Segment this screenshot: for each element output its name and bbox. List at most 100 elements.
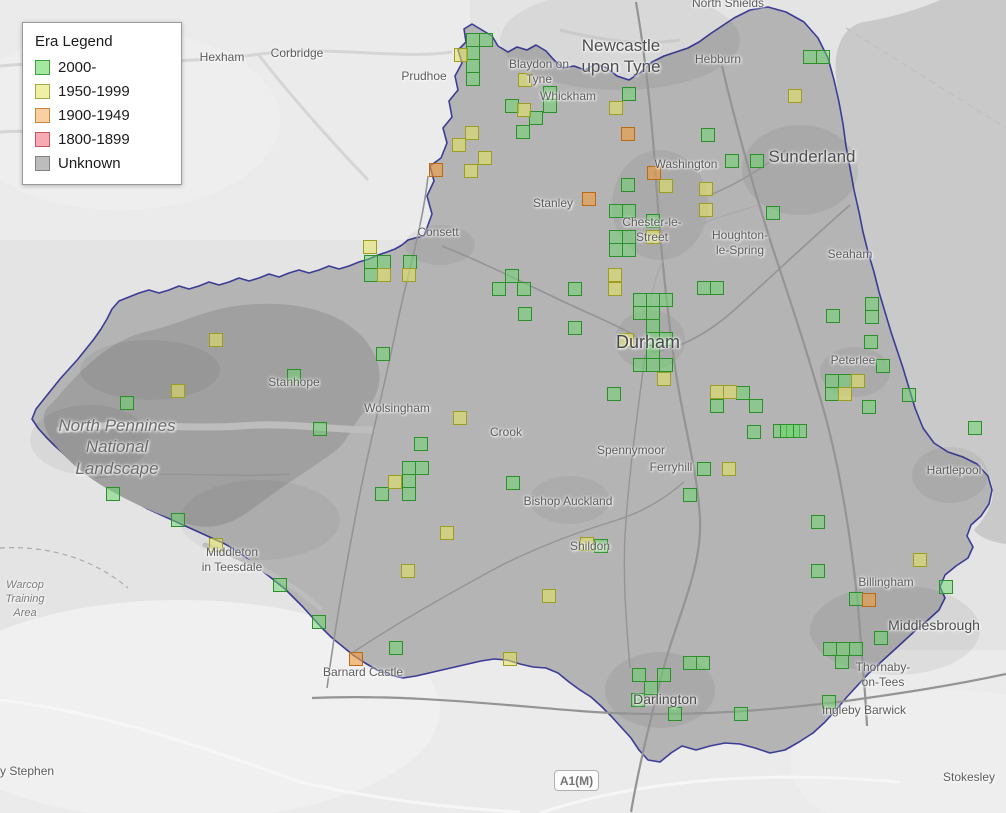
era-square-era_1950_1999[interactable] — [699, 203, 713, 217]
era-square-era_2000[interactable] — [766, 206, 780, 220]
era-square-era_1950_1999[interactable] — [388, 475, 402, 489]
era-square-era_2000[interactable] — [874, 631, 888, 645]
map-viewport[interactable]: North Shields Hexham Corbridge Prudhoe Newca… — [0, 0, 1006, 813]
era-square-era_2000[interactable] — [710, 281, 724, 295]
era-square-era_2000[interactable] — [823, 642, 837, 656]
era-square-era_2000[interactable] — [697, 462, 711, 476]
era-square-era_2000[interactable] — [644, 681, 658, 695]
era-square-era_1950_1999[interactable] — [209, 538, 223, 552]
era-square-era_2000[interactable] — [622, 230, 636, 244]
era-square-era_2000[interactable] — [816, 50, 830, 64]
era-square-era_1950_1999[interactable] — [377, 268, 391, 282]
era-square-era_2000[interactable] — [736, 386, 750, 400]
era-square-era_1950_1999[interactable] — [913, 553, 927, 567]
era-square-era_1950_1999[interactable] — [722, 462, 736, 476]
era-square-era_2000[interactable] — [646, 319, 660, 333]
era-square-era_2000[interactable] — [939, 580, 953, 594]
era-square-era_2000[interactable] — [811, 515, 825, 529]
era-square-era_2000[interactable] — [747, 425, 761, 439]
era-square-era_2000[interactable] — [505, 269, 519, 283]
era-square-era_2000[interactable] — [622, 87, 636, 101]
era-square-era_2000[interactable] — [734, 707, 748, 721]
era-square-era_1950_1999[interactable] — [851, 374, 865, 388]
era-square-era_2000[interactable] — [543, 86, 557, 100]
era-square-era_2000[interactable] — [633, 293, 647, 307]
era-square-era_2000[interactable] — [646, 214, 660, 228]
era-square-era_2000[interactable] — [659, 358, 673, 372]
era-square-era_2000[interactable] — [749, 399, 763, 413]
era-square-era_2000[interactable] — [594, 539, 608, 553]
era-square-era_2000[interactable] — [657, 668, 671, 682]
era-square-era_2000[interactable] — [313, 422, 327, 436]
era-square-era_2000[interactable] — [609, 243, 623, 257]
era-square-era_2000[interactable] — [683, 488, 697, 502]
era-square-era_2000[interactable] — [701, 128, 715, 142]
era-square-era_2000[interactable] — [968, 421, 982, 435]
era-square-era_2000[interactable] — [902, 388, 916, 402]
era-square-era_2000[interactable] — [403, 255, 417, 269]
era-square-era_1950_1999[interactable] — [503, 652, 517, 666]
era-square-era_2000[interactable] — [725, 154, 739, 168]
era-square-era_2000[interactable] — [646, 306, 660, 320]
era-square-era_1950_1999[interactable] — [580, 537, 594, 551]
era-square-era_2000[interactable] — [780, 424, 794, 438]
era-square-era_1950_1999[interactable] — [608, 268, 622, 282]
era-square-era_2000[interactable] — [518, 307, 532, 321]
era-square-era_1950_1999[interactable] — [363, 240, 377, 254]
era-square-era_2000[interactable] — [607, 387, 621, 401]
era-square-era_1950_1999[interactable] — [453, 411, 467, 425]
era-square-era_1950_1999[interactable] — [171, 384, 185, 398]
era-square-era_2000[interactable] — [633, 358, 647, 372]
era-square-era_2000[interactable] — [683, 656, 697, 670]
era-square-era_2000[interactable] — [646, 358, 660, 372]
era-square-era_1950_1999[interactable] — [608, 282, 622, 296]
era-square-era_1950_1999[interactable] — [620, 333, 634, 347]
era-square-era_1950_1999[interactable] — [646, 230, 660, 244]
era-square-era_2000[interactable] — [849, 642, 863, 656]
era-square-era_1950_1999[interactable] — [838, 387, 852, 401]
era-square-era_2000[interactable] — [849, 592, 863, 606]
era-square-era_2000[interactable] — [402, 461, 416, 475]
era-square-era_1950_1999[interactable] — [464, 164, 478, 178]
era-square-era_2000[interactable] — [529, 111, 543, 125]
era-square-era_2000[interactable] — [609, 230, 623, 244]
era-square-era_1950_1999[interactable] — [402, 268, 416, 282]
era-square-era_2000[interactable] — [710, 399, 724, 413]
era-square-era_2000[interactable] — [389, 641, 403, 655]
era-square-era_2000[interactable] — [659, 332, 673, 346]
era-square-era_2000[interactable] — [631, 693, 645, 707]
era-square-era_1950_1999[interactable] — [542, 589, 556, 603]
era-square-era_2000[interactable] — [568, 282, 582, 296]
era-square-era_2000[interactable] — [750, 154, 764, 168]
era-square-era_2000[interactable] — [466, 33, 480, 47]
era-square-era_2000[interactable] — [506, 476, 520, 490]
era-square-era_2000[interactable] — [273, 578, 287, 592]
era-square-era_1900_1949[interactable] — [647, 166, 661, 180]
era-square-era_2000[interactable] — [492, 282, 506, 296]
era-square-era_2000[interactable] — [646, 293, 660, 307]
era-square-era_2000[interactable] — [697, 281, 711, 295]
era-square-era_2000[interactable] — [838, 374, 852, 388]
era-square-era_2000[interactable] — [803, 50, 817, 64]
era-square-era_2000[interactable] — [864, 335, 878, 349]
era-square-era_2000[interactable] — [862, 400, 876, 414]
era-square-era_1900_1949[interactable] — [621, 127, 635, 141]
era-square-era_2000[interactable] — [668, 707, 682, 721]
era-square-era_1950_1999[interactable] — [710, 385, 724, 399]
era-square-era_2000[interactable] — [825, 387, 839, 401]
era-square-era_2000[interactable] — [826, 309, 840, 323]
era-square-era_2000[interactable] — [466, 59, 480, 73]
era-square-era_2000[interactable] — [415, 461, 429, 475]
era-square-era_2000[interactable] — [479, 33, 493, 47]
era-square-era_2000[interactable] — [414, 437, 428, 451]
era-square-era_2000[interactable] — [632, 668, 646, 682]
era-square-era_1950_1999[interactable] — [209, 333, 223, 347]
era-square-era_1900_1949[interactable] — [862, 593, 876, 607]
era-square-era_1950_1999[interactable] — [659, 179, 673, 193]
era-square-era_2000[interactable] — [120, 396, 134, 410]
era-square-era_2000[interactable] — [659, 293, 673, 307]
era-square-era_2000[interactable] — [865, 310, 879, 324]
era-square-era_2000[interactable] — [364, 268, 378, 282]
era-square-era_2000[interactable] — [375, 487, 389, 501]
era-square-era_2000[interactable] — [377, 255, 391, 269]
